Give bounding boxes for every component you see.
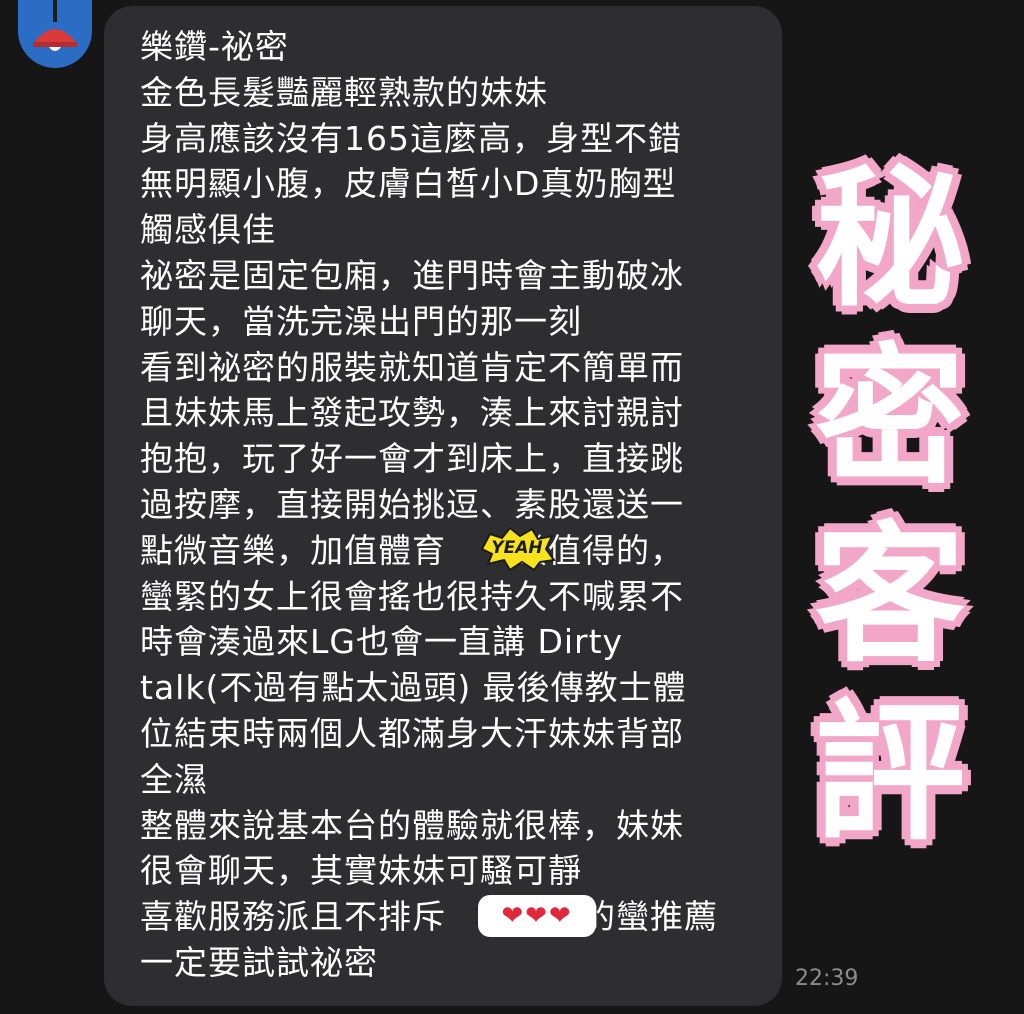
message-line: 喜歡服務派且不排斥 的蠻推薦 (140, 897, 718, 937)
message-line: 一定要試試祕密 (140, 942, 378, 982)
sticker-char-1: 秘 (810, 148, 970, 332)
message-line: 點微音樂，加值體育 蠻值得的， (140, 530, 684, 570)
red-lamp-icon (33, 0, 77, 51)
message-line: 且妹妹馬上發起攻勢，湊上來討親討 (140, 393, 684, 433)
message-line: 祕密是固定包廂，進門時會主動破冰 (140, 255, 684, 295)
avatar[interactable] (18, 0, 92, 68)
message-line: 全濕 (140, 759, 208, 799)
message-line: 很會聊天，其實妹妹可騷可靜 (140, 851, 582, 891)
sticker-char-2: 密 (810, 326, 970, 510)
yeah-sticker: YEAH (478, 526, 556, 572)
message-line: 時會湊過來LG也會一直講 Dirty (140, 622, 624, 662)
message-text: 樂鑽-祕密金色長髮豔麗輕熟款的妹妹身高應該沒有165這麼高，身型不錯 無明顯小腹，… (140, 24, 780, 986)
message-line: 整體來說基本台的體驗就很棒，妹妹 (140, 805, 684, 845)
review-title-sticker: 秘 密 客 評 (790, 148, 990, 866)
message-line: 觸感俱佳 (140, 210, 276, 250)
sticker-char-3: 客 (810, 504, 970, 688)
message-line: 看到祕密的服裝就知道肯定不簡單而 (140, 347, 684, 387)
message-line: 聊天，當洗完澡出門的那一刻 (140, 301, 582, 341)
hearts-sticker: ❤❤❤ (478, 895, 596, 937)
message-line: 位結束時兩個人都滿身大汗妹妹背部 (140, 713, 684, 753)
message-line: 樂鑽-祕密 (140, 27, 289, 66)
message-line: 身高應該沒有165這麼高，身型不錯 (140, 118, 682, 158)
message-line: 無明顯小腹，皮膚白皙小D真奶胸型 (140, 164, 677, 204)
message-line: 過按摩，直接開始挑逗、素股還送一 (140, 484, 684, 524)
yeah-label: YEAH (491, 538, 543, 558)
message-timestamp: 22:39 (795, 966, 859, 991)
message-line: talk(不過有點太過頭) 最後傳教士體 (140, 668, 687, 708)
message-line: 抱抱，玩了好一會才到床上，直接跳 (140, 439, 684, 479)
message-line: 蠻緊的女上很會搖也很持久不喊累不 (140, 576, 684, 616)
message-line: 金色長髮豔麗輕熟款的妹妹 (140, 72, 548, 112)
sticker-char-4: 評 (810, 682, 970, 866)
